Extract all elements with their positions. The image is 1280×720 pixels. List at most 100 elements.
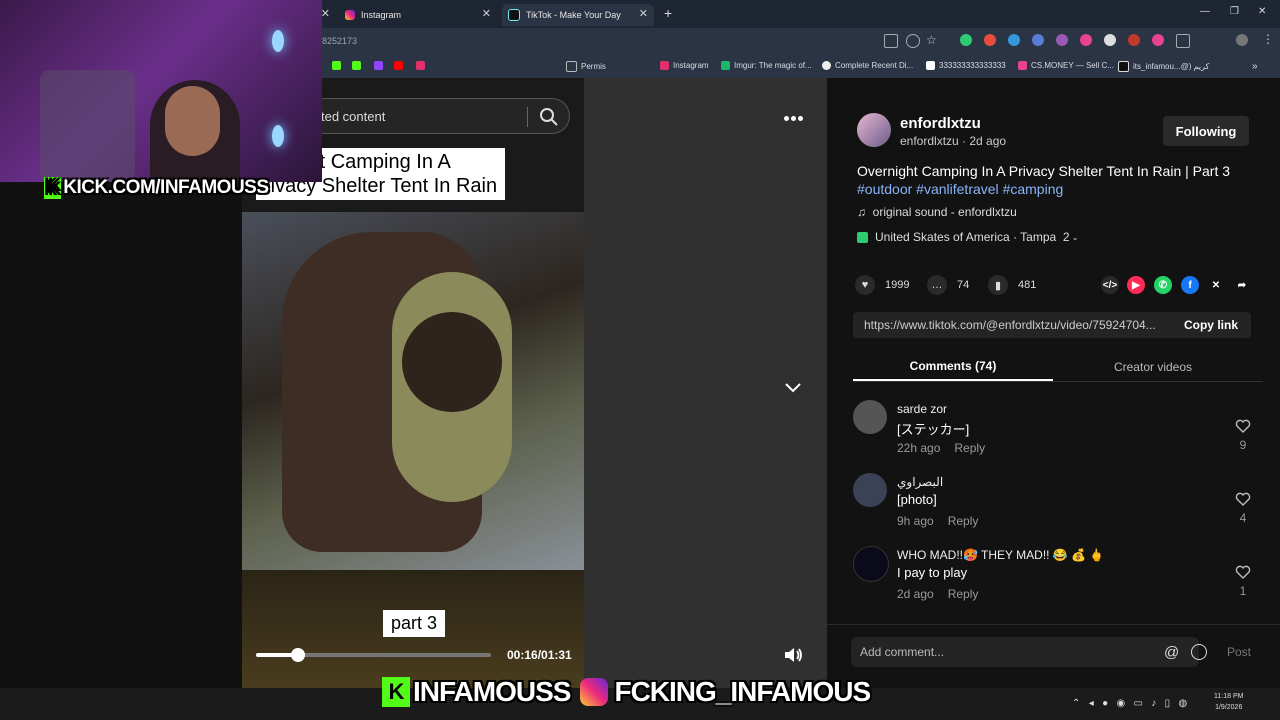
webcam-overlay xyxy=(0,0,322,182)
maximize-icon[interactable]: ❐ xyxy=(1230,6,1239,17)
extension-icon[interactable] xyxy=(1008,34,1020,46)
embed-icon[interactable]: </> xyxy=(1101,276,1119,294)
share-icon[interactable]: ➦ xyxy=(1233,276,1251,294)
star-icon[interactable]: ☆ xyxy=(926,33,937,47)
bookmark-kick[interactable] xyxy=(352,61,365,70)
bookmark-instagram[interactable]: Instagram xyxy=(660,61,709,70)
kick-logo-icon: K xyxy=(44,177,62,199)
hashtag[interactable]: #vanlifetravel xyxy=(916,181,999,197)
reply-button[interactable]: Reply xyxy=(948,514,979,528)
bookmark-csmoney[interactable]: CS.MONEY — Sell C... xyxy=(1018,61,1114,70)
hashtag[interactable]: #camping xyxy=(1003,181,1064,197)
save-button[interactable]: ▮ 481 xyxy=(988,275,1036,295)
comment-user[interactable]: WHO MAD!!🥵 THEY MAD!! 😂 💰 🖕 xyxy=(897,548,1104,562)
extension-icon[interactable] xyxy=(1128,34,1140,46)
extension-icon[interactable] xyxy=(984,34,996,46)
window-close-icon[interactable]: ✕ xyxy=(1258,6,1266,17)
folder-icon xyxy=(566,61,577,72)
system-tray[interactable]: ⌃ ◂ ● ◉ ▭ ♪ ▯ ◍ xyxy=(1072,698,1187,709)
tab-creator-videos[interactable]: Creator videos xyxy=(1053,352,1253,381)
bookmark-imgur[interactable]: Imgur: The magic of... xyxy=(721,61,812,70)
time-readout: 00:16/01:31 xyxy=(507,648,572,662)
hashtag[interactable]: #outdoor xyxy=(857,181,912,197)
video-link[interactable]: https://www.tiktok.com/@enfordlxtzu/vide… xyxy=(864,318,1169,332)
avatar[interactable] xyxy=(853,400,887,434)
volume-icon[interactable] xyxy=(782,644,804,666)
extension-icon[interactable] xyxy=(1152,34,1164,46)
comment-input[interactable]: Add comment... @ xyxy=(851,637,1207,667)
extensions-icon[interactable] xyxy=(1176,34,1190,48)
avatar[interactable] xyxy=(853,473,887,507)
search-icon[interactable] xyxy=(539,107,559,127)
reply-button[interactable]: Reply xyxy=(948,587,979,601)
comment-user[interactable]: sarde zor xyxy=(897,402,947,416)
bookmark-permis[interactable]: Permis xyxy=(566,61,606,72)
bookmark-instagram[interactable] xyxy=(416,61,429,70)
head xyxy=(402,312,502,412)
minimize-icon[interactable]: — xyxy=(1200,6,1210,17)
copy-link-button[interactable]: Copy link xyxy=(1171,312,1251,338)
imgur-icon xyxy=(721,61,730,70)
close-icon[interactable]: ✕ xyxy=(321,7,330,20)
bookmark-x[interactable]: 333333333333333 xyxy=(926,61,1006,70)
close-icon[interactable]: ✕ xyxy=(639,7,648,20)
avatar[interactable] xyxy=(857,113,891,147)
comment-meta: 22h ago Reply xyxy=(897,441,986,455)
location-link[interactable]: United Skates of America · Tampa 2 ⌄ xyxy=(857,230,1079,244)
new-tab-button[interactable]: + xyxy=(664,5,672,21)
instagram-icon xyxy=(416,61,425,70)
extension-icon[interactable] xyxy=(960,34,972,46)
heart-outline-icon[interactable] xyxy=(1235,418,1251,434)
zoom-icon[interactable] xyxy=(906,34,920,48)
whatsapp-icon[interactable]: ✆ xyxy=(1154,276,1172,294)
extension-icon[interactable] xyxy=(1080,34,1092,46)
reply-button[interactable]: Reply xyxy=(954,441,985,455)
bookmark-github[interactable]: Complete Recent Di... xyxy=(822,61,913,70)
install-icon[interactable] xyxy=(884,34,898,48)
emoji-icon[interactable] xyxy=(1191,644,1207,660)
username[interactable]: enfordlxtzu xyxy=(900,115,981,132)
profile-icon[interactable] xyxy=(1236,34,1248,46)
tiktok-icon xyxy=(1118,61,1129,72)
comment-meta: 2d ago Reply xyxy=(897,587,979,601)
facebook-icon[interactable]: f xyxy=(1181,276,1199,294)
part-label: part 3 xyxy=(383,610,446,637)
bookmarks-overflow-icon[interactable]: » xyxy=(1252,61,1258,72)
clock[interactable]: 11:18 PM 1/9/2026 xyxy=(1214,691,1243,713)
tab-instagram[interactable]: Instagram ✕ xyxy=(345,4,497,26)
mention-icon[interactable]: @ xyxy=(1164,644,1179,661)
following-button[interactable]: Following xyxy=(1163,116,1249,146)
avatar[interactable] xyxy=(853,546,889,582)
extension-icon[interactable] xyxy=(1032,34,1044,46)
comment-text: I pay to play xyxy=(897,565,968,580)
bookmark-tiktok[interactable]: its_infamou...@) كريم xyxy=(1118,61,1209,72)
comment-button[interactable]: … 74 xyxy=(927,275,969,295)
bookmark-youtube[interactable] xyxy=(394,61,407,70)
sound-link[interactable]: ♫ original sound - enfordlxtzu xyxy=(857,205,1017,219)
extension-icon[interactable] xyxy=(1104,34,1116,46)
comment-item: WHO MAD!!🥵 THEY MAD!! 😂 💰 🖕 I pay to pla… xyxy=(853,546,1253,606)
tab-close-left[interactable]: ✕ xyxy=(321,4,336,26)
heart-outline-icon[interactable] xyxy=(1235,564,1251,580)
progress-bar[interactable] xyxy=(256,648,491,662)
bookmark-kick[interactable] xyxy=(332,61,345,70)
comment-item: sarde zor [ステッカー] 22h ago Reply 9 xyxy=(853,400,1253,460)
like-button[interactable]: ♥ 1999 xyxy=(855,275,909,295)
tab-tiktok[interactable]: TikTok - Make Your Day ✕ xyxy=(502,4,654,26)
menu-icon[interactable]: ⋮ xyxy=(1262,32,1274,46)
comment-user[interactable]: البصراوي xyxy=(897,475,943,489)
tiktok-icon xyxy=(508,9,520,21)
search-input[interactable]: ted content xyxy=(321,109,385,124)
url-field[interactable]: 8252173 xyxy=(322,36,357,46)
heart-outline-icon[interactable] xyxy=(1235,491,1251,507)
comment-meta: 9h ago Reply xyxy=(897,514,979,528)
send-icon[interactable]: ▶ xyxy=(1127,276,1145,294)
more-options-icon[interactable] xyxy=(783,105,804,126)
bookmark-twitch[interactable] xyxy=(374,61,387,70)
post-button[interactable]: Post xyxy=(1227,645,1251,659)
close-icon[interactable]: ✕ xyxy=(482,7,491,20)
chevron-down-icon[interactable] xyxy=(783,378,803,398)
tab-comments[interactable]: Comments (74) xyxy=(853,352,1053,381)
extension-icon[interactable] xyxy=(1056,34,1068,46)
x-icon[interactable]: ✕ xyxy=(1207,276,1225,294)
